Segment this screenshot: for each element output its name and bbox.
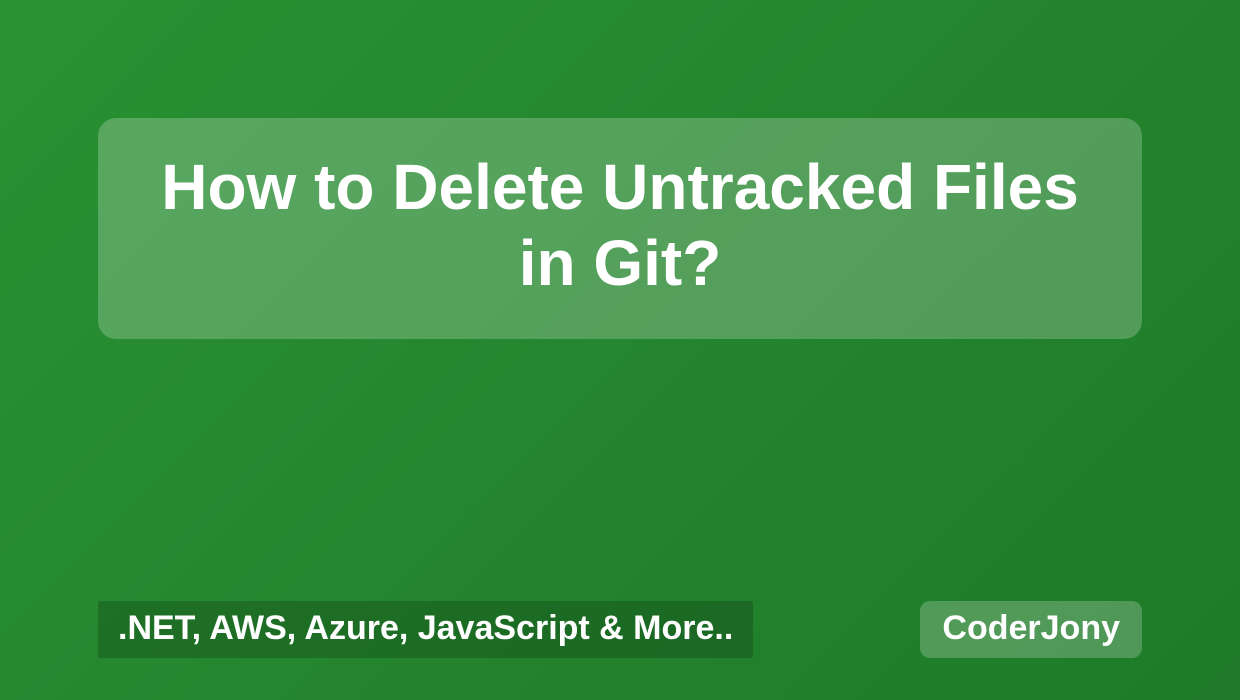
- brand-label: CoderJony: [920, 601, 1142, 658]
- bottom-row: .NET, AWS, Azure, JavaScript & More.. Co…: [98, 601, 1142, 658]
- tags-label: .NET, AWS, Azure, JavaScript & More..: [98, 601, 753, 658]
- title-card: How to Delete Untracked Files in Git?: [98, 118, 1142, 339]
- page-title: How to Delete Untracked Files in Git?: [138, 150, 1102, 301]
